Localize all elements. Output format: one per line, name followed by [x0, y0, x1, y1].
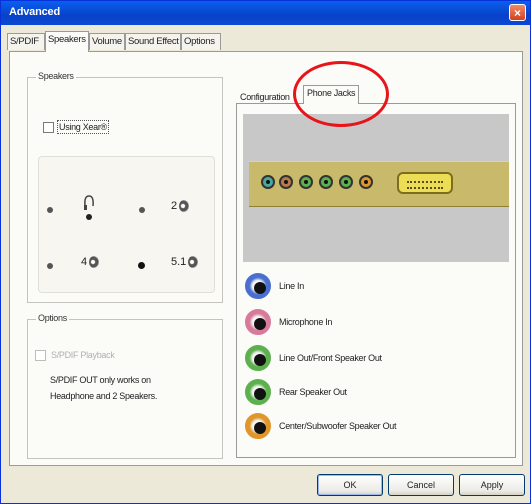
spdif-playback-label: S/PDIF Playback: [51, 350, 115, 360]
jack-label: Center/Subwoofer Speaker Out: [279, 421, 397, 431]
close-icon: ×: [513, 6, 521, 20]
rear-out-jack-icon: [245, 379, 271, 405]
card-jack: [279, 175, 293, 189]
apply-button[interactable]: Apply: [459, 474, 525, 496]
using-xear-checkbox[interactable]: [43, 122, 54, 133]
highlight-ellipse: [293, 61, 389, 127]
card-jack: [319, 175, 333, 189]
jack-label: Line In: [279, 281, 304, 291]
four-speakers-radio[interactable]: [47, 263, 53, 269]
four-speakers-label: 4: [81, 256, 88, 268]
headphone-icon: [84, 195, 94, 220]
game-port-connector: [397, 172, 453, 194]
options-group: Options: [27, 313, 223, 459]
card-jack: [359, 175, 373, 189]
jack-label: Microphone In: [279, 317, 333, 327]
jack-label: Rear Speaker Out: [279, 387, 347, 397]
speaker-icon: [179, 200, 190, 213]
tab-speakers[interactable]: Speakers: [45, 31, 89, 52]
spdif-note-line2: Headphone and 2 Speakers.: [50, 391, 158, 401]
cancel-button[interactable]: Cancel: [388, 474, 454, 496]
ok-button[interactable]: OK: [317, 474, 383, 496]
tab-options[interactable]: Options: [181, 33, 221, 50]
tab-sound-effect[interactable]: Sound Effect: [125, 33, 181, 50]
line-in-jack-icon: [245, 273, 271, 299]
two-speakers-radio[interactable]: [139, 207, 145, 213]
title-bar[interactable]: Advanced ×: [1, 1, 530, 25]
speakers-group-legend: Speakers: [36, 71, 76, 81]
speaker-config-box: [38, 156, 215, 293]
line-out-jack-icon: [245, 345, 271, 371]
card-jack: [339, 175, 353, 189]
four-speakers-option: 4: [81, 256, 100, 269]
jack-label: Line Out/Front Speaker Out: [279, 353, 382, 363]
window-title: Advanced: [9, 6, 60, 18]
headphone-radio[interactable]: [47, 207, 53, 213]
options-group-legend: Options: [36, 313, 69, 323]
two-speakers-label: 2: [171, 200, 178, 212]
tab-spdif[interactable]: S/PDIF: [7, 33, 45, 50]
card-jack: [261, 175, 275, 189]
advanced-dialog: Advanced × S/PDIF Speakers Volume Sound …: [0, 0, 531, 504]
spdif-playback-checkbox[interactable]: [35, 350, 46, 361]
subtab-configuration[interactable]: Configuration: [240, 92, 290, 102]
card-jack: [299, 175, 313, 189]
microphone-jack-icon: [245, 309, 271, 335]
five-one-speakers-radio[interactable]: [138, 262, 145, 269]
spdif-note-line1: S/PDIF OUT only works on: [50, 375, 151, 385]
center-sub-jack-icon: [245, 413, 271, 439]
close-button[interactable]: ×: [509, 4, 526, 21]
tab-volume[interactable]: Volume: [89, 33, 125, 50]
sound-card-bracket-image: [249, 161, 509, 207]
speaker-icon: [188, 256, 199, 269]
two-speakers-option: 2: [171, 200, 190, 213]
five-one-speakers-option: 5.1: [171, 256, 199, 269]
five-one-speakers-label: 5.1: [171, 256, 187, 268]
using-xear-label: Using Xear®: [57, 120, 109, 134]
speaker-icon: [89, 256, 100, 269]
